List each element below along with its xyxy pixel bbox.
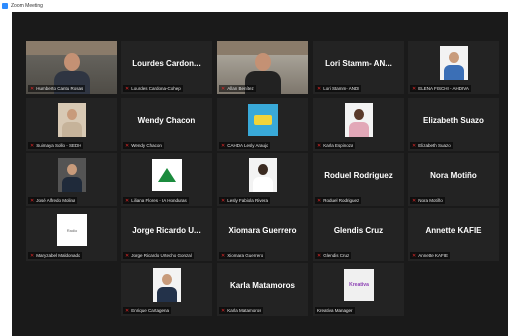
participant-tile[interactable]: ✕ Humberto Cantu Rosas [26,41,117,94]
participant-tile[interactable]: Roduel Rodriguez ✕ Roduel Rodriguez [313,153,404,206]
participant-name: Karla Matamoros [230,281,295,290]
participant-name: Lori Stamm- AN... [325,59,392,68]
profile-photo [153,268,181,302]
participant-tile[interactable]: Elizabeth Suazo ✕ Elizabeth Suazo [408,98,499,151]
participant-caption: ✕ Karla Espinoza [315,142,356,149]
participant-caption: ✕ Wendy Chacon [123,142,164,149]
zoom-app-icon [2,2,8,9]
mic-muted-icon: ✕ [125,85,130,92]
participant-caption: ✕ Humberto Cantu Rosas [28,85,86,92]
participant-caption: ✕ Enrique Cartagena [123,307,171,314]
participant-caption: ✕ Annette KAFIE [410,252,450,259]
mic-muted-icon: ✕ [412,197,417,204]
participant-caption: ✕ Suimaya Sollo - SEDH [28,142,84,149]
mic-muted-icon: ✕ [221,197,226,204]
participant-name: Annette KAFIE [425,226,482,235]
participant-tile[interactable]: Wendy Chacon ✕ Wendy Chacon [121,98,212,151]
participant-name: Wendy Chacon [137,116,196,125]
participant-caption: ✕ Maryzabel Maldonado [28,252,83,259]
mic-muted-icon: ✕ [317,197,322,204]
participant-tile[interactable]: ✕ Lesly Fabiola Rivera [217,153,308,206]
participant-caption: ✕ Glendis Cruz [315,252,352,259]
mic-muted-icon: ✕ [412,85,417,92]
profile-photo [440,46,468,80]
participant-caption: ✕ José Alfredo Molina [28,197,78,204]
participant-tile[interactable]: Glendis Cruz ✕ Glendis Cruz [313,208,404,261]
participant-tile[interactable]: Karla Matamoros ✕ Karla Matamoros [217,263,308,316]
participant-name: Lourdes Cardon... [132,59,201,68]
participant-caption: ✕ Roduel Rodriguez [315,197,362,204]
mic-muted-icon: ✕ [30,142,35,149]
participant-tile[interactable]: Annette KAFIE ✕ Annette KAFIE [408,208,499,261]
mic-muted-icon: ✕ [317,142,322,149]
profile-photo [58,103,86,137]
mic-muted-icon: ✕ [125,307,130,314]
participant-caption: Kreativa Manager [315,307,355,314]
mic-muted-icon: ✕ [221,252,226,259]
participant-tile[interactable]: ✕ Karla Espinoza [313,98,404,151]
participant-tile[interactable]: ✕ Suimaya Sollo - SEDH [26,98,117,151]
organization-logo: Kreativa [344,269,374,301]
mic-muted-icon: ✕ [221,142,226,149]
participant-tile[interactable]: Lourdes Cardon... ✕ Lourdes Cardona-Cohep [121,41,212,94]
mic-muted-icon: ✕ [221,85,226,92]
participant-tile[interactable]: Lori Stamm- AN... ✕ Lori Stamm- ANDI [313,41,404,94]
participant-name: Nora Motiño [430,171,477,180]
participant-tile[interactable]: ✕ ELENA FISCHI - AHDIVA [408,41,499,94]
mic-muted-icon: ✕ [317,252,322,259]
profile-photo [58,158,86,192]
participant-name: Xiomara Guerrero [228,226,297,235]
participant-caption: ✕ Allan Benítez [219,85,256,92]
participant-caption: ✕ Liliana Flores - IA Honduras [123,197,189,204]
participant-tile[interactable]: ✕ Allan Benítez [217,41,308,94]
participant-caption: ✕ Karla Matamoros [219,307,264,314]
window-title: Zoom Meeting [11,2,43,9]
participant-tile[interactable]: ✕ José Alfredo Molina [26,153,117,206]
organization-logo: Radio [57,214,87,246]
participant-caption: ✕ Jorge Ricardo Urtecho Gonzal [123,252,194,259]
participant-caption: ✕ Xiomara Guerrero [219,252,266,259]
mic-muted-icon: ✕ [30,85,35,92]
organization-logo [152,159,182,191]
participant-name: Jorge Ricardo U... [132,226,201,235]
gallery-view: ✕ Humberto Cantu Rosas Lourdes Cardon... … [12,12,508,336]
window-titlebar: Zoom Meeting [0,0,513,11]
participant-tile[interactable]: Jorge Ricardo U... ✕ Jorge Ricardo Urtech… [121,208,212,261]
mic-muted-icon: ✕ [221,307,226,314]
participant-caption: ✕ Nora Motiño [410,197,445,204]
participant-tile[interactable]: ✕ Liliana Flores - IA Honduras [121,153,212,206]
organization-logo [248,104,278,136]
mic-muted-icon: ✕ [125,142,130,149]
participant-tile[interactable]: Nora Motiño ✕ Nora Motiño [408,153,499,206]
mic-muted-icon: ✕ [412,142,417,149]
mic-muted-icon: ✕ [30,197,35,204]
participant-name: Glendis Cruz [333,226,384,235]
participant-name: Elizabeth Suazo [423,116,484,125]
participant-caption: ✕ Lori Stamm- ANDI [315,85,362,92]
mic-muted-icon: ✕ [30,252,35,259]
participant-caption: ✕ ELENA FISCHI - AHDIVA [410,85,471,92]
profile-photo [345,103,373,137]
participant-caption: ✕ Lourdes Cardona-Cohep [123,85,183,92]
participant-tile[interactable]: ✕ Enrique Cartagena [121,263,212,316]
participant-caption: ✕ CAHDA Lesly Araujo [219,142,271,149]
participant-tile[interactable]: Xiomara Guerrero ✕ Xiomara Guerrero [217,208,308,261]
mic-muted-icon: ✕ [412,252,417,259]
mic-muted-icon: ✕ [125,197,130,204]
participant-tile[interactable]: Kreativa Kreativa Manager [313,263,404,316]
participant-name: Roduel Rodriguez [324,171,393,180]
profile-photo [249,158,277,192]
mic-muted-icon: ✕ [125,252,130,259]
participant-caption: ✕ Elizabeth Suazo [410,142,453,149]
participant-tile[interactable]: Radio ✕ Maryzabel Maldonado [26,208,117,261]
mic-muted-icon: ✕ [317,85,322,92]
participant-caption: ✕ Lesly Fabiola Rivera [219,197,270,204]
participant-tile[interactable]: ✕ CAHDA Lesly Araujo [217,98,308,151]
